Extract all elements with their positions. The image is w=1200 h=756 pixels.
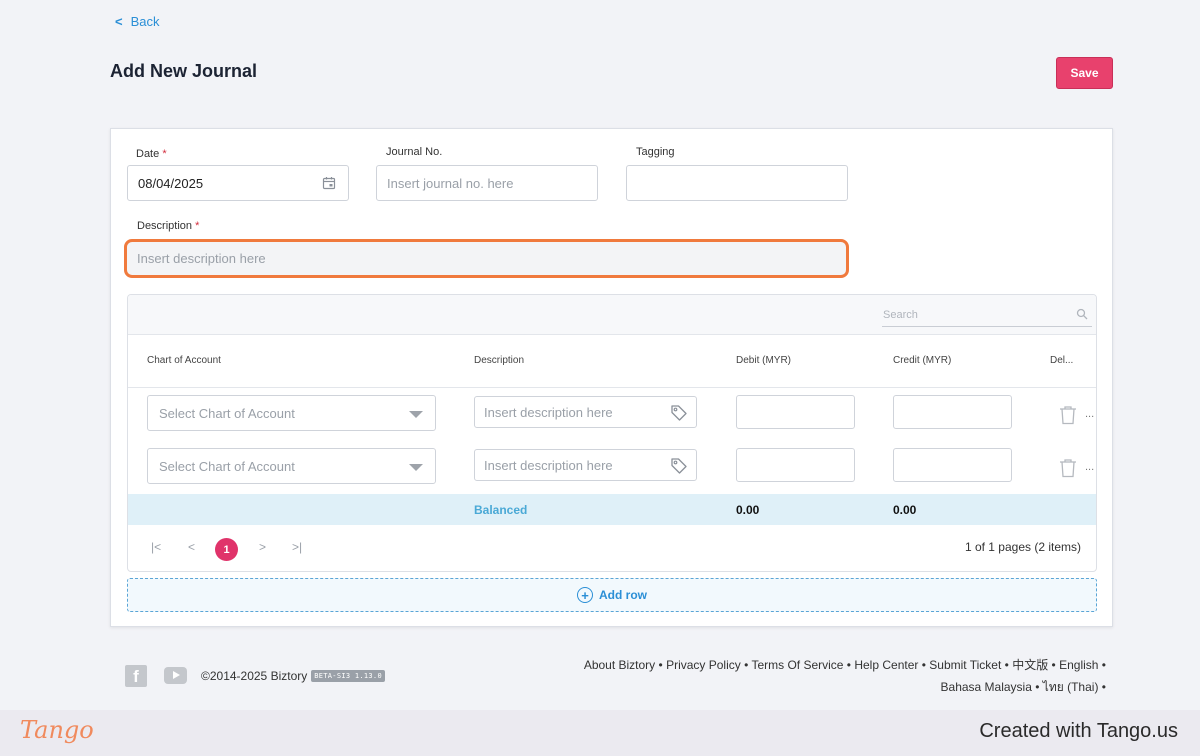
grid-search-input[interactable]: Search: [882, 303, 1092, 327]
debit-input[interactable]: [736, 448, 855, 482]
calendar-icon[interactable]: [322, 176, 336, 190]
footer-link-ticket[interactable]: Submit Ticket: [929, 658, 1001, 672]
balanced-status: Balanced: [474, 503, 528, 517]
footer-link-help[interactable]: Help Center: [854, 658, 918, 672]
column-header-account: Chart of Account: [147, 355, 221, 366]
youtube-icon[interactable]: [164, 667, 187, 684]
tango-bar: Tango Created with Tango.us: [0, 710, 1200, 756]
footer-link-english[interactable]: English: [1059, 658, 1098, 672]
line-description-input[interactable]: Insert description here: [474, 396, 697, 428]
line-description-input[interactable]: Insert description here: [474, 449, 697, 481]
column-header-delete: Del...: [1050, 355, 1074, 366]
journal-no-field[interactable]: Insert journal no. here: [376, 165, 598, 201]
back-link[interactable]: < Back: [115, 14, 160, 29]
trash-icon[interactable]: [1059, 458, 1077, 478]
pagination: |< < 1 > >| 1 of 1 pages (2 items): [128, 526, 1096, 571]
chevron-down-icon: [409, 411, 423, 418]
tag-icon[interactable]: [670, 404, 688, 422]
chevron-down-icon: [409, 464, 423, 471]
row-more[interactable]: ...: [1085, 408, 1094, 420]
first-page-button[interactable]: |<: [151, 540, 161, 554]
save-button[interactable]: Save: [1056, 57, 1113, 89]
header-divider: [128, 387, 1096, 388]
grid-toolbar: Search: [128, 295, 1096, 335]
last-page-button[interactable]: >|: [292, 540, 302, 554]
journal-no-label: Journal No.: [386, 146, 443, 158]
date-label: Date *: [136, 148, 167, 160]
description-input[interactable]: Insert description here: [124, 239, 849, 278]
date-field[interactable]: 08/04/2025: [127, 165, 349, 201]
page-info: 1 of 1 pages (2 items): [964, 540, 1081, 554]
footer-links: About Biztory • Privacy Policy • Terms O…: [583, 658, 1106, 694]
page-1-button[interactable]: 1: [215, 538, 238, 561]
footer-link-malay[interactable]: Bahasa Malaysia: [941, 680, 1032, 694]
journal-lines-grid: Search Chart of Account Description Debi…: [127, 294, 1097, 572]
row-more[interactable]: ...: [1085, 461, 1094, 473]
tagging-field[interactable]: [626, 165, 848, 201]
chart-of-account-select[interactable]: Select Chart of Account: [147, 395, 436, 431]
column-header-credit: Credit (MYR): [893, 355, 952, 366]
chevron-left-icon: <: [115, 14, 123, 29]
credit-input[interactable]: [893, 448, 1012, 482]
column-header-debit: Debit (MYR): [736, 355, 792, 366]
facebook-icon[interactable]: f: [125, 665, 147, 687]
footer-link-privacy[interactable]: Privacy Policy: [666, 658, 741, 672]
journal-form-card: Date * 08/04/2025 Journal No. Insert jou…: [110, 128, 1113, 627]
credit-input[interactable]: [893, 395, 1012, 429]
totals-row: Balanced 0.00 0.00: [128, 494, 1096, 525]
tango-logo: Tango: [20, 716, 94, 744]
back-label: Back: [130, 14, 160, 29]
prev-page-button[interactable]: <: [188, 540, 195, 554]
tagging-label: Tagging: [636, 146, 675, 158]
credit-total: 0.00: [893, 503, 917, 517]
tag-icon[interactable]: [670, 457, 688, 475]
debit-input[interactable]: [736, 395, 855, 429]
trash-icon[interactable]: [1059, 405, 1077, 425]
footer-link-thai[interactable]: ไทย (Thai): [1043, 680, 1099, 694]
chart-of-account-select[interactable]: Select Chart of Account: [147, 448, 436, 484]
copyright: ©2014-2025 Biztory BETA-SI3 1.13.0: [201, 669, 385, 683]
page-title: Add New Journal: [110, 61, 258, 81]
footer-link-chinese[interactable]: 中文版: [1012, 658, 1048, 672]
description-label: Description *: [137, 220, 200, 232]
debit-total: 0.00: [736, 503, 760, 517]
column-header-description: Description: [474, 355, 525, 366]
footer-link-about[interactable]: About Biztory: [584, 658, 655, 672]
plus-circle-icon: +: [577, 587, 593, 603]
tango-credit: Created with Tango.us: [979, 720, 1178, 742]
next-page-button[interactable]: >: [259, 540, 266, 554]
search-icon: [1076, 308, 1088, 320]
footer-link-terms[interactable]: Terms Of Service: [751, 658, 843, 672]
version-badge: BETA-SI3 1.13.0: [311, 670, 385, 682]
add-row-button[interactable]: + Add row: [127, 578, 1097, 612]
